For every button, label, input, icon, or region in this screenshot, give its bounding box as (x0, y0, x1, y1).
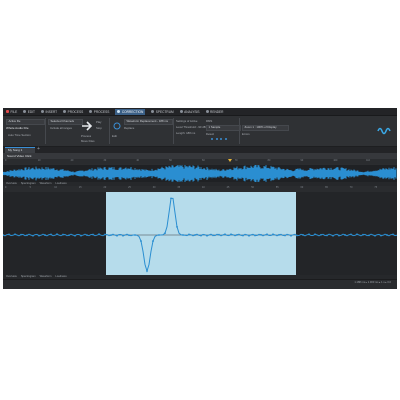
spectrum-icon (151, 110, 155, 113)
ruler-tick: 70 (349, 186, 353, 189)
ruler-tick: 100 (333, 159, 338, 162)
file-icon (6, 110, 9, 113)
selection-readout: 1.188 ms ▸ 1.000 ms ▸ 1 s ▸ 0.0 (354, 281, 391, 284)
ruler-tick: 10 (37, 159, 41, 162)
settings-label: Settings of Active (176, 119, 198, 123)
correction-icon (113, 122, 121, 130)
ruler-tick: 60 (202, 159, 205, 162)
menu-analysis[interactable]: ANALYSIS (179, 109, 200, 114)
edit-button[interactable]: Edit (112, 134, 117, 138)
arrow-right-icon[interactable] (81, 120, 93, 132)
ruler-tick: 30 (103, 159, 107, 162)
menu-label: ANALYSIS (184, 109, 200, 114)
ruler-tick: 35 (177, 186, 181, 189)
ruler-tick: 0 (5, 159, 7, 162)
menu-file[interactable]: FILE (6, 110, 17, 114)
preset-name: Whole Audio File (6, 126, 29, 130)
ruler-tick: 45 (226, 186, 230, 189)
main-waveform-graphic (3, 192, 397, 278)
ruler-tick: 25 (128, 186, 131, 189)
ruler-tick: 0 (5, 186, 7, 189)
menu-process-alt[interactable]: PROCESS (89, 110, 109, 114)
dot-icon[interactable] (220, 138, 222, 140)
preset-select[interactable]: Active file (6, 119, 45, 125)
dot-icon[interactable] (224, 138, 227, 140)
menu-spectrum[interactable]: SPECTRUM (151, 109, 174, 114)
menu-render[interactable]: RENDER (205, 109, 224, 114)
stop-button[interactable]: Stop (96, 126, 102, 130)
ruler-tick: 20 (70, 159, 74, 162)
menu-label: PROCESS (67, 109, 84, 114)
errors-label: Errors (242, 132, 250, 136)
ruler-tick: 70 (234, 159, 238, 162)
overview-waveform[interactable] (3, 159, 397, 183)
ruler-tick: 65 (325, 186, 328, 189)
dot-icon[interactable] (211, 138, 213, 140)
ruler-tick: 110 (366, 159, 370, 162)
channel-select[interactable]: 1 Sample (206, 125, 241, 131)
ruler-tick: 55 (275, 186, 279, 189)
menu-label: CORRECTION (121, 109, 144, 114)
correction-icon (117, 110, 121, 113)
menu-process[interactable]: PROCESS (63, 110, 83, 114)
correction-method-select[interactable]: Waveform Replacement - 188 ms (124, 119, 173, 125)
menu-label: INSERT (45, 109, 58, 114)
overview-waveform-graphic (3, 164, 397, 183)
ribbon-divider (173, 118, 174, 144)
level-threshold-label: Level Threshold: -90 dB (176, 125, 206, 129)
overview-ruler: 0 10 20 30 40 50 60 70 80 90 100 110 (3, 159, 397, 164)
process-icon (89, 110, 93, 113)
detect-dots (211, 138, 227, 140)
edit-icon (23, 110, 27, 113)
include-ranges-radio[interactable]: Include all ranges (50, 126, 72, 130)
ribbon-toolbar: Active file Whole Audio File Auto Time S… (3, 116, 397, 147)
analysis-icon (179, 110, 183, 113)
move-files-label: Move Files (81, 139, 95, 143)
playhead-marker[interactable] (228, 159, 232, 162)
ribbon-divider (45, 118, 46, 144)
detect-label: Detect (206, 132, 215, 136)
add-tab-button[interactable]: + (37, 147, 40, 152)
rms-label: RMS (206, 119, 213, 123)
selection-select[interactable]: Selected Channels (48, 119, 83, 125)
ruler-tick: 60 (300, 186, 304, 189)
ruler-tick: 40 (136, 159, 139, 162)
length-label: Length: 188 ms (176, 131, 196, 135)
ruler-tick: 30 (152, 186, 156, 189)
menu-correction[interactable]: CORRECTION (115, 108, 146, 115)
menu-label: PROCESS (93, 109, 110, 114)
ribbon-divider (239, 118, 240, 144)
ruler-tick: 50 (251, 186, 254, 189)
menu-label: SPECTRUM (155, 109, 174, 114)
process-button[interactable]: Process (81, 134, 91, 138)
play-button[interactable]: Play (96, 120, 101, 124)
ruler-tick: 40 (202, 186, 205, 189)
menu-label: FILE (10, 109, 18, 114)
ruler-tick: 10 (54, 186, 57, 189)
menu-label: RENDER (210, 109, 224, 114)
insert-icon (41, 110, 44, 113)
replace-button[interactable]: Replace (124, 126, 134, 130)
menu-insert[interactable]: INSERT (41, 110, 57, 114)
footer-bar: 1.188 ms ▸ 1.000 ms ▸ 1 s ▸ 0.0 (3, 279, 397, 289)
ruler-tick: 5 (29, 186, 31, 189)
ribbon-divider (109, 118, 110, 144)
waveform-logo-icon (377, 127, 391, 135)
auto-time-checkbox[interactable]: Auto Time Section (8, 133, 31, 137)
ruler-tick: 15 (78, 186, 82, 189)
audio-editor-window: FILE EDIT INSERT PROCESS PROCESS CORRECT… (3, 108, 397, 289)
ruler-tick: 20 (103, 186, 107, 189)
main-waveform-view[interactable] (3, 192, 397, 278)
ruler-tick: 80 (267, 159, 271, 162)
ruler-tick: 50 (169, 159, 172, 162)
dot-icon[interactable] (215, 138, 218, 140)
ruler-tick: 75 (374, 186, 378, 189)
zoom-select[interactable]: Zoom 1 : 100% of Display (242, 125, 289, 131)
ruler-tick: 90 (300, 159, 304, 162)
process-icon (63, 110, 67, 113)
render-icon (205, 110, 209, 113)
menu-label: EDIT (27, 109, 35, 114)
menu-edit[interactable]: EDIT (23, 110, 35, 114)
menu-bar: FILE EDIT INSERT PROCESS PROCESS CORRECT… (3, 108, 397, 116)
